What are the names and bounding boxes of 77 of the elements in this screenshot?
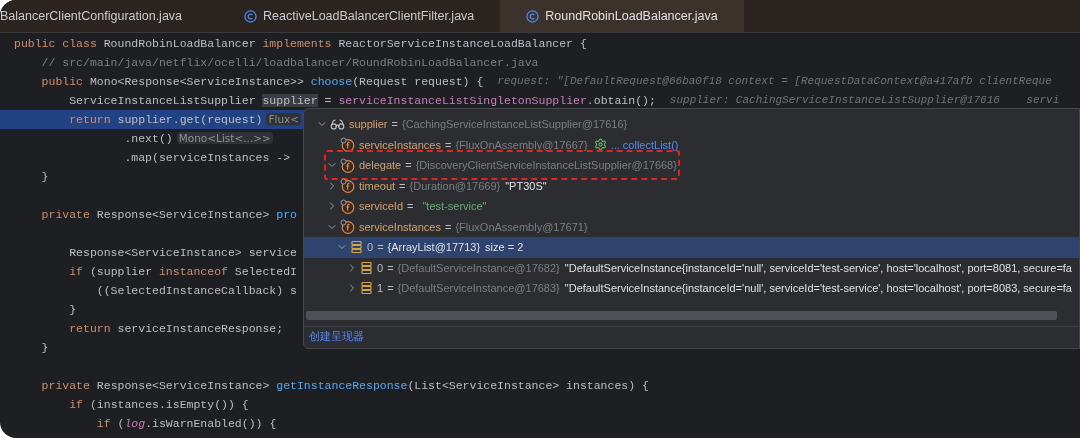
equals-sign: = xyxy=(405,158,412,173)
inline-hint: supplier: CachingServiceInstanceListSupplier@17616 servi xyxy=(669,93,1060,109)
variable-value: {DiscoveryClientServiceInstanceListSupplier@17668} xyxy=(415,158,677,173)
code-line: return supplier.get(request) Flux< xyxy=(68,111,302,128)
code-line: private Response<ServiceInstance> getInstanceResponse(List<ServiceInstance> instances) { xyxy=(40,377,649,394)
equals-sign: = xyxy=(387,260,394,276)
class-icon xyxy=(526,9,540,23)
equals-sign: = xyxy=(391,117,398,132)
tree-row[interactable]: serviceInstances = {FluxOnAssembly@17671} xyxy=(304,216,1079,237)
create-renderer-link[interactable]: 创建呈现器 xyxy=(309,329,364,346)
stack-icon xyxy=(350,240,363,255)
editor-tab[interactable]: RoundRobinLoadBalancer.java xyxy=(500,0,744,32)
variable-value: {FluxOnAssembly@17671} xyxy=(455,219,588,235)
stack-icon xyxy=(360,260,373,275)
inline-hint: request: "[DefaultRequest@66ba0f18 context = [RequestDataContext@a417afb clientReque xyxy=(497,74,1052,90)
editor-tab[interactable]: BalancerClientConfiguration.java xyxy=(0,0,219,32)
variable-name: timeout xyxy=(359,178,396,194)
variable-value: {ArrayList@17713} xyxy=(387,240,481,255)
variable-name: delegate xyxy=(359,158,402,173)
code-line: if (log.isWarnEnabled()) { xyxy=(95,415,277,432)
code-line: public class RoundRobinLoadBalancer implements ReactorServiceInstanceLoadBalancer { xyxy=(14,35,587,52)
code-line: ServiceInstanceListSupplier supplier = serviceInstanceListSingletonSupplier.obtain(); xyxy=(68,92,656,109)
tree-row[interactable]: 1 = {DefaultServiceInstance@17683} "DefaultServiceInstance{instanceId='null', serviceId='test-service', host='localhost', port=8083, secure=fa xyxy=(304,278,1079,299)
equals-sign: = xyxy=(444,219,452,235)
variable-name: 0 xyxy=(377,260,384,276)
tree-row[interactable]: delegate = {DiscoveryClientServiceInstanceListSupplier@17668} xyxy=(304,155,1079,176)
code-line: return serviceInstanceResponse; xyxy=(68,320,284,337)
field-icon xyxy=(340,198,355,214)
collect-list-link[interactable]: ... collectList() xyxy=(610,136,679,153)
field-icon xyxy=(340,178,355,194)
variable-name: serviceInstances xyxy=(359,137,441,153)
variable-value: {FluxOnAssembly@17667} xyxy=(455,137,588,153)
variable-name: supplier xyxy=(349,117,388,132)
gear-icon xyxy=(593,138,607,152)
variable-value: {CachingServiceInstanceListSupplier@17616} xyxy=(401,117,628,132)
code-line: .next() Mono<List<...>> xyxy=(123,130,273,147)
equals-sign: = xyxy=(387,281,394,296)
variable-value: {DefaultServiceInstance@17682} xyxy=(397,260,560,276)
code-line: } xyxy=(68,301,77,318)
tree-row[interactable]: serviceId = "test-service" xyxy=(304,196,1079,217)
code-line: // src/main/java/netflix/ocelli/loadbalancer/RoundRobinLoadBalancer.java xyxy=(40,54,539,71)
code-line: ((SelectedInstanceCallback) s xyxy=(95,282,297,299)
variable-detail: "PT30S" xyxy=(505,178,547,194)
tree-row[interactable]: serviceInstances = {FluxOnAssembly@17667} ... collectList() xyxy=(304,134,1079,155)
editor-tab[interactable]: ReactiveLoadBalancerClientFilter.java xyxy=(218,0,501,32)
variable-detail: "DefaultServiceInstance{instanceId='null', serviceId='test-service', host='localhost', port=8083, secure=fa xyxy=(564,281,1072,296)
code-line: if (instances.isEmpty()) { xyxy=(68,396,249,413)
field-icon xyxy=(340,137,355,153)
variable-name: 0 xyxy=(367,240,374,255)
variable-name: 1 xyxy=(377,281,384,296)
field-icon xyxy=(340,219,355,235)
tree-row[interactable]: supplier = {CachingServiceInstanceListSupplier@17616} xyxy=(304,114,1079,135)
equals-sign: = xyxy=(444,137,452,153)
variable-value: {DefaultServiceInstance@17683} xyxy=(397,281,560,296)
code-line: Response<ServiceInstance> service xyxy=(68,244,297,261)
scrollbar-thumb[interactable] xyxy=(306,311,1057,320)
stack-icon xyxy=(360,281,373,296)
code-line: if (supplier instanceof SelectedI xyxy=(68,263,297,280)
tree-row[interactable]: 0 = {DefaultServiceInstance@17682} "DefaultServiceInstance{instanceId='null', serviceId='test-service', host='localhost', port=8081, secure=fa xyxy=(304,257,1079,278)
equals-sign: = xyxy=(377,240,384,255)
tree-row[interactable]: 0 = {ArrayList@17713} size = 2 xyxy=(304,237,1079,258)
class-icon xyxy=(244,9,258,23)
variable-detail: "test-service" xyxy=(422,199,487,214)
equals-sign: = xyxy=(399,178,406,194)
code-line: .map(serviceInstances -> xyxy=(123,149,291,166)
field-icon xyxy=(340,157,355,173)
code-line: public Mono<Response<ServiceInstance>> choose(Request request) { xyxy=(40,73,484,90)
variable-detail: size = 2 xyxy=(485,240,524,255)
tree-row[interactable]: timeout = {Duration@17669} "PT30S" xyxy=(304,175,1079,196)
variable-name: serviceId xyxy=(359,199,404,214)
variable-detail: "DefaultServiceInstance{instanceId='null', serviceId='test-service', host='localhost', port=8081, secure=fa xyxy=(564,260,1072,276)
code-line: } xyxy=(40,339,49,356)
variable-name: serviceInstances xyxy=(359,219,441,235)
variable-value: {Duration@17669} xyxy=(409,178,501,194)
equals-sign: = xyxy=(407,199,414,214)
code-line: } xyxy=(40,168,49,185)
code-line: private Response<ServiceInstance> pro xyxy=(40,206,297,223)
